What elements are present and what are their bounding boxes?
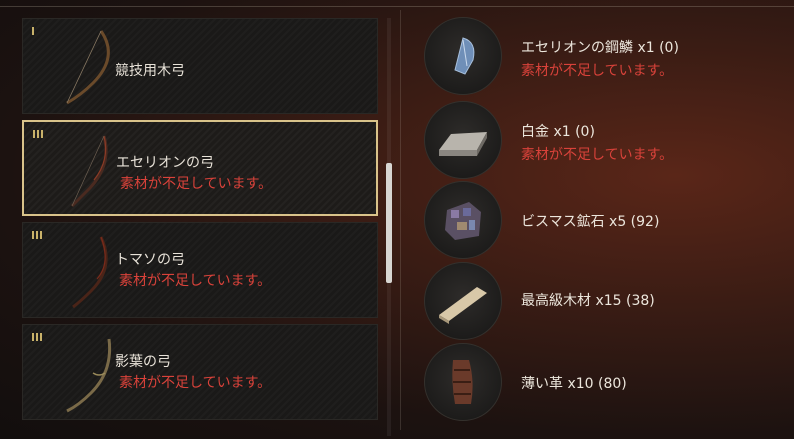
tier-marks xyxy=(32,27,34,35)
material-name: 薄い革 x10 (80) xyxy=(521,376,627,392)
bismuth-ore-icon xyxy=(424,181,502,259)
material-name: エセリオンの鋼鱗 x1 (0) xyxy=(521,40,679,56)
panel-divider xyxy=(400,10,401,430)
platinum-ingot-icon xyxy=(424,101,502,179)
blue-crystal-scale-icon xyxy=(424,17,502,95)
tier-marks xyxy=(32,231,42,239)
rolled-leather-icon xyxy=(424,343,502,421)
material-row: エセリオンの鋼鱗 x1 (0) 素材が不足しています。 xyxy=(424,17,794,97)
insufficient-materials-text: 素材が不足しています。 xyxy=(119,273,272,289)
insufficient-materials-text: 素材が不足しています。 xyxy=(120,176,273,192)
recipe-name: 影葉の弓 xyxy=(115,354,171,370)
top-rule xyxy=(0,6,794,7)
material-name: 最高級木材 x15 (38) xyxy=(521,293,655,309)
bow-icon xyxy=(72,236,108,309)
recipe-name: エセリオンの弓 xyxy=(116,155,214,171)
recipe-item[interactable]: 影葉の弓 素材が不足しています。 xyxy=(22,324,378,420)
recipe-item[interactable]: トマソの弓 素材が不足しています。 xyxy=(22,222,378,318)
material-row: 最高級木材 x15 (38) xyxy=(424,262,794,342)
bow-icon xyxy=(66,338,112,413)
tier-marks xyxy=(32,333,42,341)
insufficient-materials-text: 素材が不足しています。 xyxy=(119,375,272,391)
recipe-name: トマソの弓 xyxy=(115,252,185,268)
material-name: ビスマス鉱石 x5 (92) xyxy=(521,214,660,230)
recipe-list: 競技用木弓 エセリオンの弓 素材が不足しています。 トマソの弓 素材が不足してい… xyxy=(22,18,382,436)
recipe-item-selected[interactable]: エセリオンの弓 素材が不足しています。 xyxy=(22,120,378,216)
material-row: 薄い革 x10 (80) xyxy=(424,343,794,423)
recipe-name: 競技用木弓 xyxy=(115,63,185,79)
recipe-item[interactable]: 競技用木弓 xyxy=(22,18,378,114)
tier-marks xyxy=(33,130,43,138)
bow-icon xyxy=(66,30,110,105)
material-row: 白金 x1 (0) 素材が不足しています。 xyxy=(424,101,794,181)
material-row: ビスマス鉱石 x5 (92) xyxy=(424,181,794,261)
scrollbar-thumb[interactable] xyxy=(386,163,392,283)
insufficient-materials-text: 素材が不足しています。 xyxy=(521,63,674,79)
wood-plank-icon xyxy=(424,262,502,340)
insufficient-materials-text: 素材が不足しています。 xyxy=(521,147,674,163)
bow-icon xyxy=(70,135,108,208)
material-name: 白金 x1 (0) xyxy=(521,124,595,140)
